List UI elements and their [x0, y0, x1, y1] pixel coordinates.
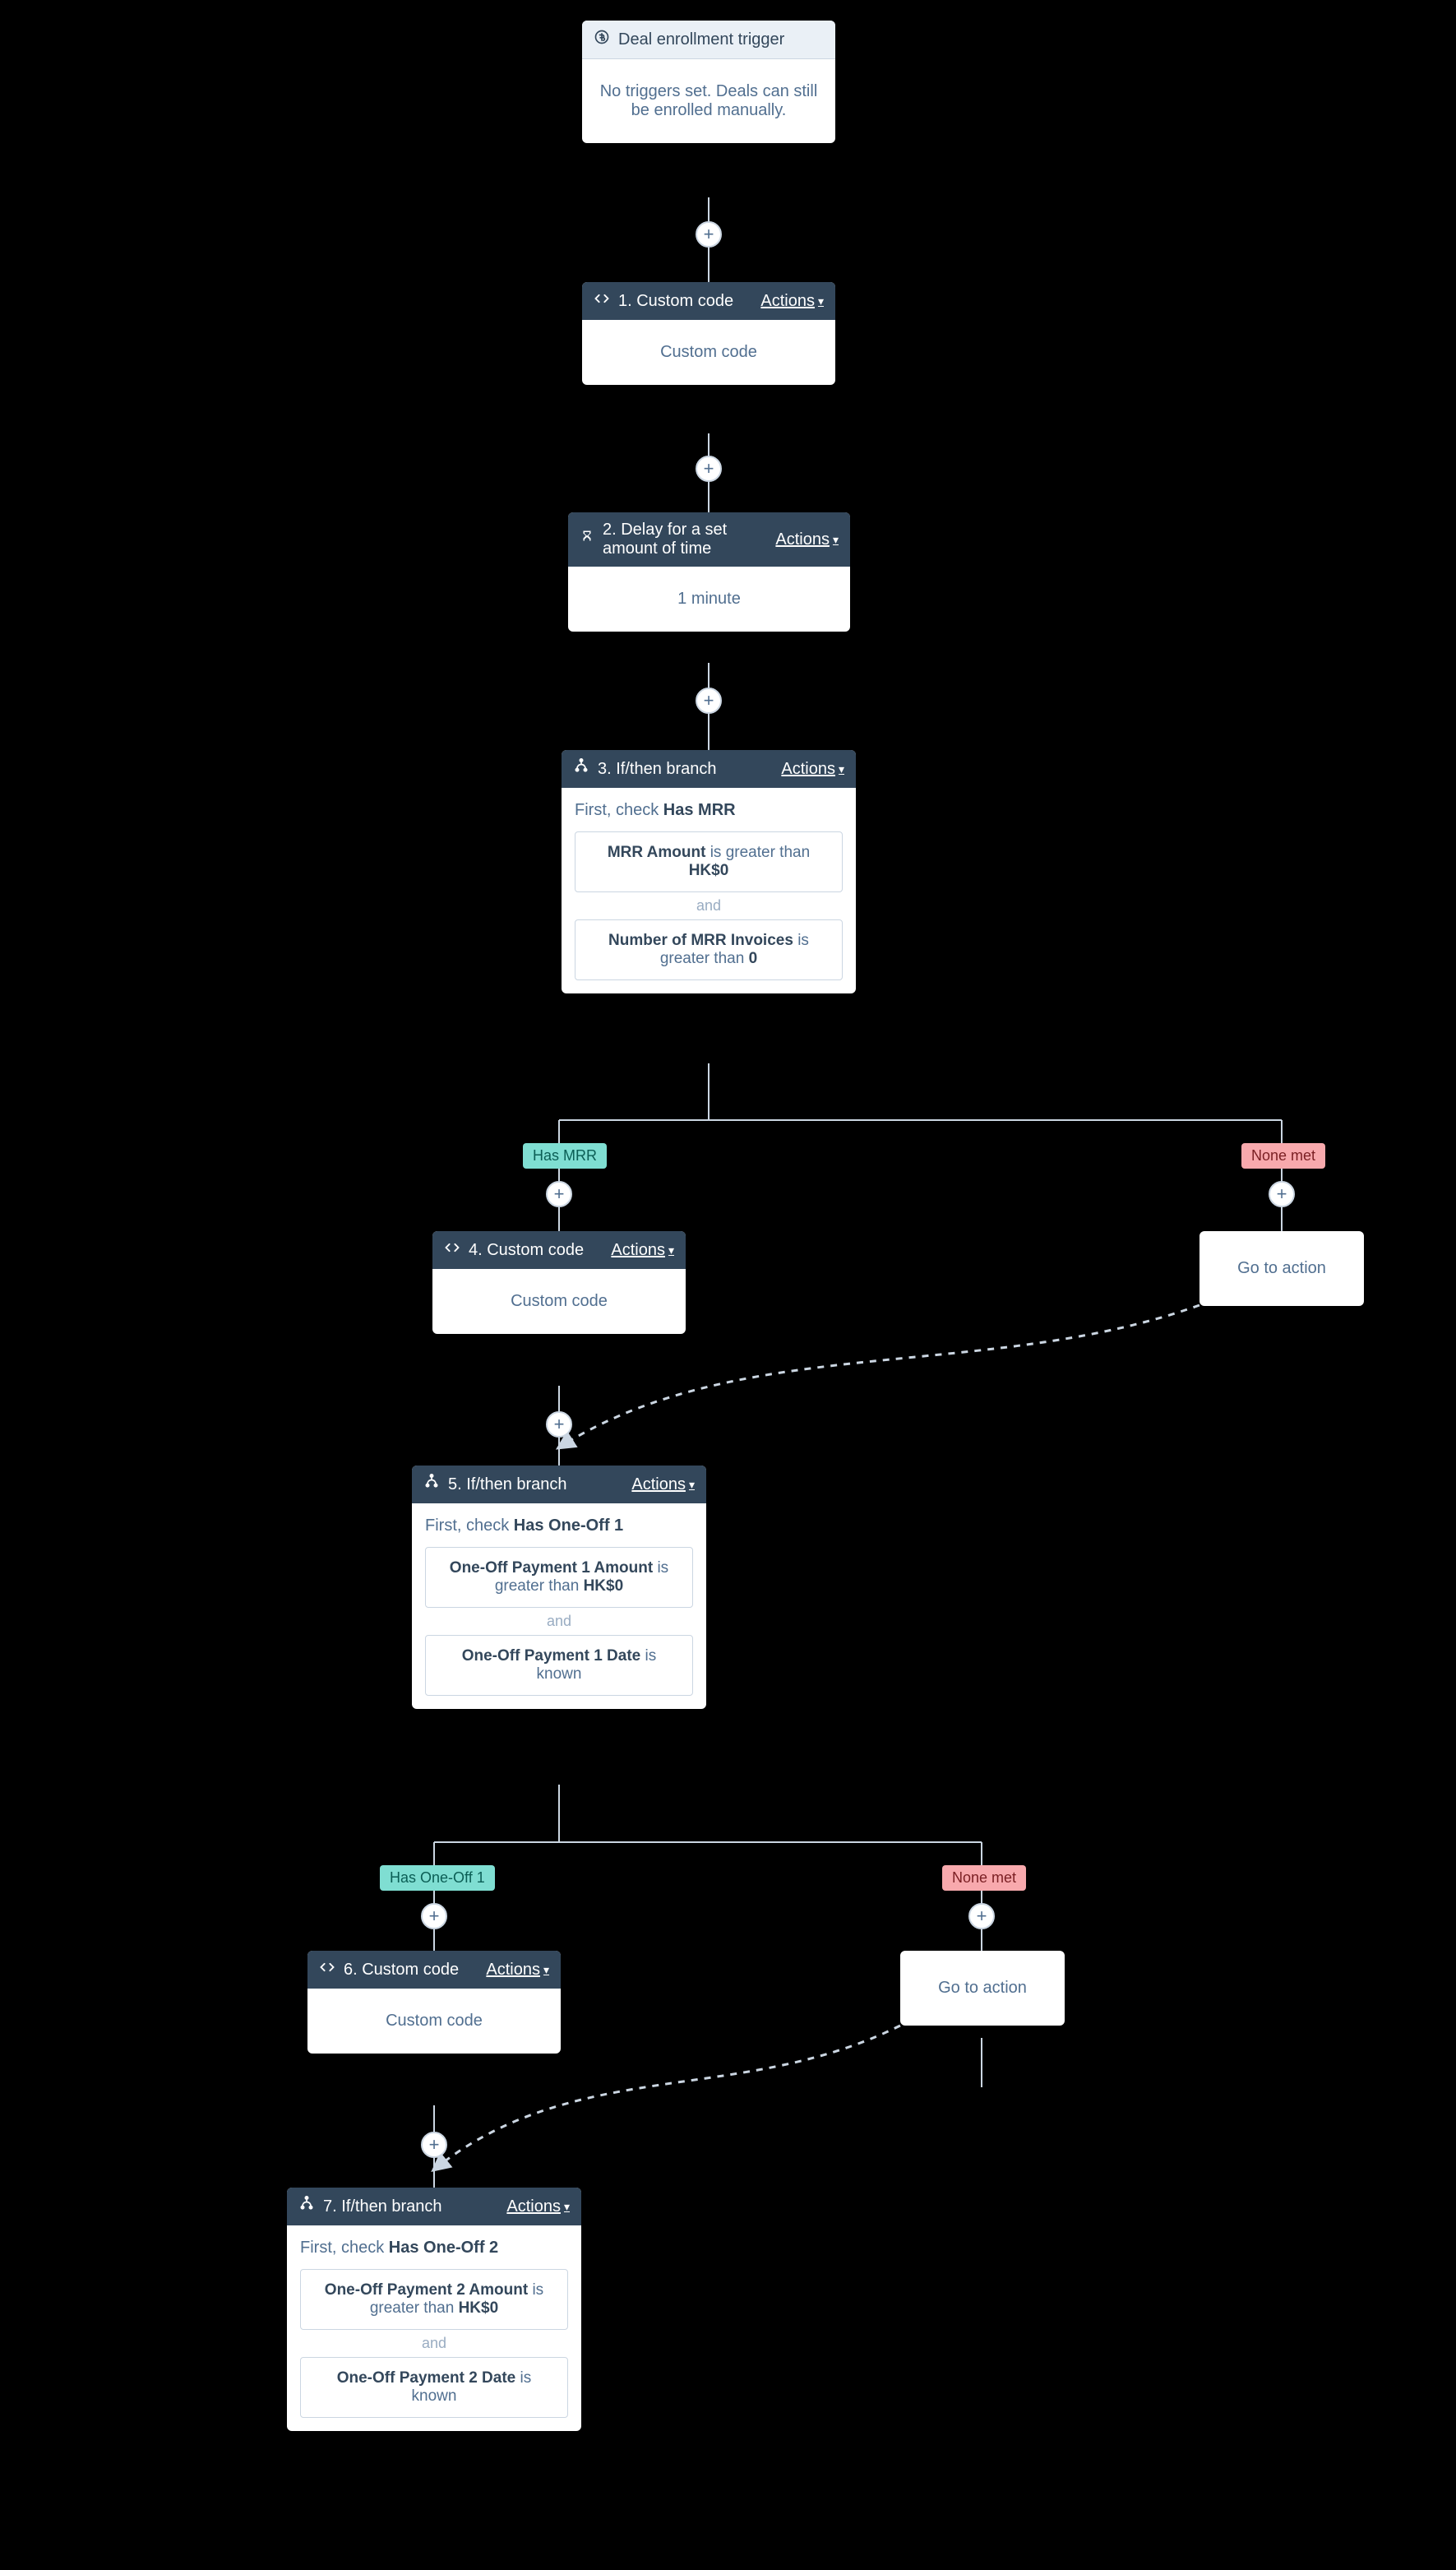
node-3-cond-0: MRR Amount is greater than HK$0 [575, 831, 843, 892]
code-icon [594, 290, 610, 312]
node-7-branch[interactable]: 7. If/then branch Actions▾ First, check … [287, 2188, 581, 2431]
node-7-actions[interactable]: Actions▾ [506, 2197, 570, 2216]
tag-has-mrr[interactable]: Has MRR [523, 1143, 607, 1169]
tag-none-met-1[interactable]: None met [1241, 1143, 1325, 1169]
tag-has-oo1[interactable]: Has One-Off 1 [380, 1865, 495, 1891]
node-2-delay[interactable]: 2. Delay for a set amount of time Action… [568, 512, 850, 632]
trigger-title: Deal enrollment trigger [618, 30, 784, 49]
node-7-cond-1: One-Off Payment 2 Date is known [300, 2357, 568, 2418]
node-7-cond-0: One-Off Payment 2 Amount is greater than… [300, 2269, 568, 2330]
node-6-actions[interactable]: Actions▾ [486, 1961, 549, 1980]
tag-none-met-2[interactable]: None met [942, 1865, 1026, 1891]
node-5-branch[interactable]: 5. If/then branch Actions▾ First, check … [412, 1466, 706, 1709]
plus-after-2[interactable]: + [696, 688, 722, 714]
node-5-header: 5. If/then branch Actions▾ [412, 1466, 706, 1503]
branch-icon [573, 758, 589, 780]
node-7-body: First, check Has One-Off 2 One-Off Payme… [287, 2225, 581, 2431]
chevron-down-icon: ▾ [839, 762, 844, 776]
node-2-title: 2. Delay for a set amount of time [603, 521, 775, 558]
code-icon [319, 1959, 335, 1980]
plus-branch5-right[interactable]: + [968, 1903, 995, 1929]
node-4-header: 4. Custom code Actions▾ [432, 1231, 686, 1269]
plus-after-6[interactable]: + [421, 2132, 447, 2158]
plus-branch3-right[interactable]: + [1269, 1181, 1295, 1207]
node-5-cond-1: One-Off Payment 1 Date is known [425, 1635, 693, 1696]
node-7-first-check: First, check Has One-Off 2 [300, 2239, 568, 2257]
node-2-body: 1 minute [568, 567, 850, 632]
node-5-cond-0: One-Off Payment 1 Amount is greater than… [425, 1547, 693, 1608]
and-label: and [575, 892, 843, 919]
node-1-body: Custom code [582, 320, 835, 385]
trigger-node[interactable]: Deal enrollment trigger No triggers set.… [582, 21, 835, 143]
plus-branch5-left[interactable]: + [421, 1903, 447, 1929]
node-3-body: First, check Has MRR MRR Amount is great… [562, 788, 856, 993]
node-1-header: 1. Custom code Actions▾ [582, 282, 835, 320]
node-3-title: 3. If/then branch [598, 760, 717, 779]
code-icon [444, 1239, 460, 1261]
chevron-down-icon: ▾ [543, 1963, 549, 1977]
goto-1-body: Go to action [1199, 1231, 1364, 1306]
goto-1[interactable]: Go to action [1199, 1231, 1364, 1306]
branch-icon [423, 1474, 440, 1495]
branch-icon [298, 2196, 315, 2217]
node-1-actions[interactable]: Actions▾ [760, 292, 824, 311]
node-4-actions[interactable]: Actions▾ [611, 1241, 674, 1260]
chevron-down-icon: ▾ [668, 1243, 674, 1257]
node-5-body: First, check Has One-Off 1 One-Off Payme… [412, 1503, 706, 1709]
goto-2[interactable]: Go to action [900, 1951, 1065, 2026]
node-3-branch[interactable]: 3. If/then branch Actions▾ First, check … [562, 750, 856, 993]
node-3-header: 3. If/then branch Actions▾ [562, 750, 856, 788]
chevron-down-icon: ▾ [564, 2200, 570, 2214]
chevron-down-icon: ▾ [818, 294, 824, 308]
node-7-header: 7. If/then branch Actions▾ [287, 2188, 581, 2225]
hourglass-icon [580, 529, 594, 550]
node-6-custom-code[interactable]: 6. Custom code Actions▾ Custom code [307, 1951, 561, 2054]
node-2-actions[interactable]: Actions▾ [775, 530, 839, 549]
chevron-down-icon: ▾ [689, 1478, 695, 1492]
chevron-down-icon: ▾ [833, 533, 839, 547]
node-6-header: 6. Custom code Actions▾ [307, 1951, 561, 1989]
node-4-custom-code[interactable]: 4. Custom code Actions▾ Custom code [432, 1231, 686, 1334]
node-1-title: 1. Custom code [618, 292, 733, 311]
node-3-first-check: First, check Has MRR [575, 801, 843, 820]
and-label: and [425, 1608, 693, 1635]
plus-after-trigger[interactable]: + [696, 221, 722, 248]
node-3-actions[interactable]: Actions▾ [781, 760, 844, 779]
trigger-header: Deal enrollment trigger [582, 21, 835, 59]
and-label: and [300, 2330, 568, 2357]
node-4-body: Custom code [432, 1269, 686, 1334]
plus-after-1[interactable]: + [696, 456, 722, 482]
node-7-title: 7. If/then branch [323, 2197, 442, 2216]
node-4-title: 4. Custom code [469, 1241, 584, 1260]
plus-after-4[interactable]: + [546, 1411, 572, 1438]
goto-2-body: Go to action [900, 1951, 1065, 2026]
node-5-title: 5. If/then branch [448, 1475, 567, 1494]
plus-branch3-left[interactable]: + [546, 1181, 572, 1207]
deal-icon [594, 29, 610, 50]
node-6-title: 6. Custom code [344, 1961, 459, 1980]
node-1-custom-code[interactable]: 1. Custom code Actions▾ Custom code [582, 282, 835, 385]
trigger-body: No triggers set. Deals can still be enro… [582, 59, 835, 143]
node-2-header: 2. Delay for a set amount of time Action… [568, 512, 850, 567]
node-3-cond-1: Number of MRR Invoices is greater than 0 [575, 919, 843, 980]
node-5-first-check: First, check Has One-Off 1 [425, 1517, 693, 1535]
node-5-actions[interactable]: Actions▾ [631, 1475, 695, 1494]
node-6-body: Custom code [307, 1989, 561, 2054]
